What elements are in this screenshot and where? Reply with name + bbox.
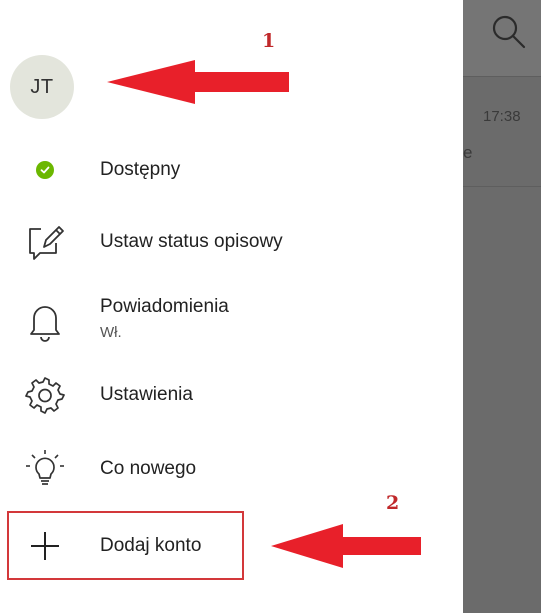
menu-item-label: Co nowego xyxy=(100,458,197,479)
menu-item-label: Ustawienia xyxy=(100,384,193,405)
menu-item-notifications[interactable]: Powiadomienia Wł. xyxy=(0,288,463,358)
menu-item-status[interactable]: Dostępny xyxy=(0,139,463,199)
avatar[interactable]: JT xyxy=(10,55,74,119)
menu-item-settings[interactable]: Ustawienia xyxy=(0,365,463,425)
search-icon[interactable] xyxy=(491,14,527,55)
menu-item-label: Powiadomienia xyxy=(100,296,229,317)
chat-time: 17:38 xyxy=(483,108,521,125)
menu-item-status-message[interactable]: Ustaw status opisowy xyxy=(0,212,463,272)
gear-icon xyxy=(22,372,68,418)
divider xyxy=(463,186,541,187)
lightbulb-icon xyxy=(22,445,68,491)
bell-icon xyxy=(22,298,68,344)
chat-snippet: e xyxy=(463,143,473,162)
menu-item-label: Dostępny xyxy=(100,159,181,180)
divider xyxy=(463,76,541,77)
annotation-number-2: 2 xyxy=(386,492,400,514)
account-drawer: JT Dostępny Ustaw status opisowy Powiado… xyxy=(0,0,463,613)
background-app: 17:38 e xyxy=(463,0,541,613)
edit-status-icon xyxy=(22,219,68,265)
annotation-highlight-box xyxy=(7,511,244,580)
avatar-initials: JT xyxy=(30,75,54,98)
annotation-number-1: 1 xyxy=(262,30,276,52)
menu-item-whats-new[interactable]: Co nowego xyxy=(0,438,463,498)
menu-item-label: Ustaw status opisowy xyxy=(100,231,283,252)
notifications-state: Wł. xyxy=(100,324,122,341)
annotation-arrow-2 xyxy=(271,524,421,568)
annotation-arrow-1 xyxy=(107,60,289,104)
status-available-icon xyxy=(22,147,68,193)
